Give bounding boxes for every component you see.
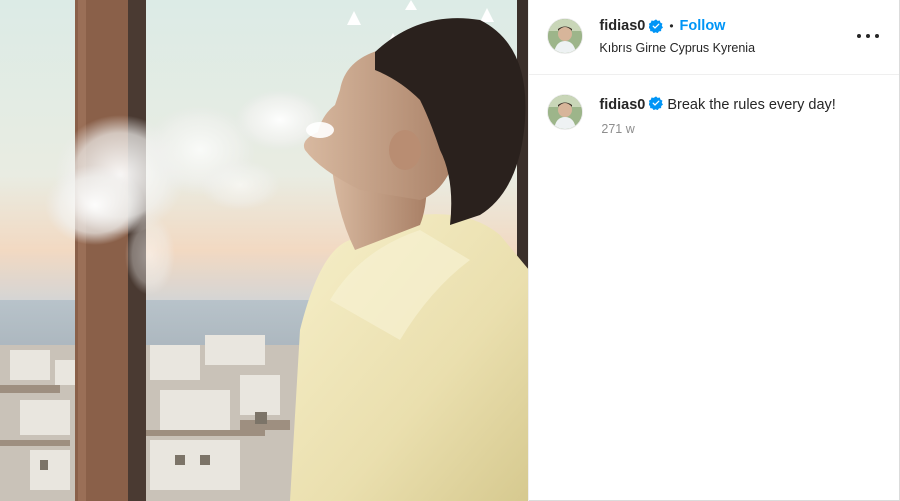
location-link[interactable]: Kıbrıs Girne Cyprus Kyrenia [599,41,755,55]
verified-badge-icon [648,19,664,34]
post-image [0,0,529,501]
more-dot [875,34,880,38]
caption-avatar[interactable] [548,95,583,129]
follow-button[interactable]: Follow [680,18,726,34]
post-photo[interactable] [0,0,529,501]
avatar-photo-icon [548,19,583,53]
more-dot [866,34,871,38]
post-container: fidias0 • Follow Kıbrıs Girne Cyprus Kyr… [0,0,900,501]
avatar[interactable] [548,19,583,53]
author-username[interactable]: fidias0 [599,18,645,34]
separator-dot: • [669,19,674,33]
verified-badge-icon [648,96,664,111]
post-header: fidias0 • Follow Kıbrıs Girne Cyprus Kyr… [529,0,900,75]
avatar-photo-icon [548,95,583,129]
caption-text: Break the rules every day! [667,97,836,113]
more-options-icon[interactable] [857,26,880,46]
post-age[interactable]: 271 w [601,122,634,136]
more-dot [857,34,862,38]
caption-username[interactable]: fidias0 [599,97,645,113]
header-line: fidias0 • Follow [599,18,725,34]
caption: fidias0 Break the rules every day! [599,96,879,114]
post-sidebar: fidias0 • Follow Kıbrıs Girne Cyprus Kyr… [528,0,900,501]
